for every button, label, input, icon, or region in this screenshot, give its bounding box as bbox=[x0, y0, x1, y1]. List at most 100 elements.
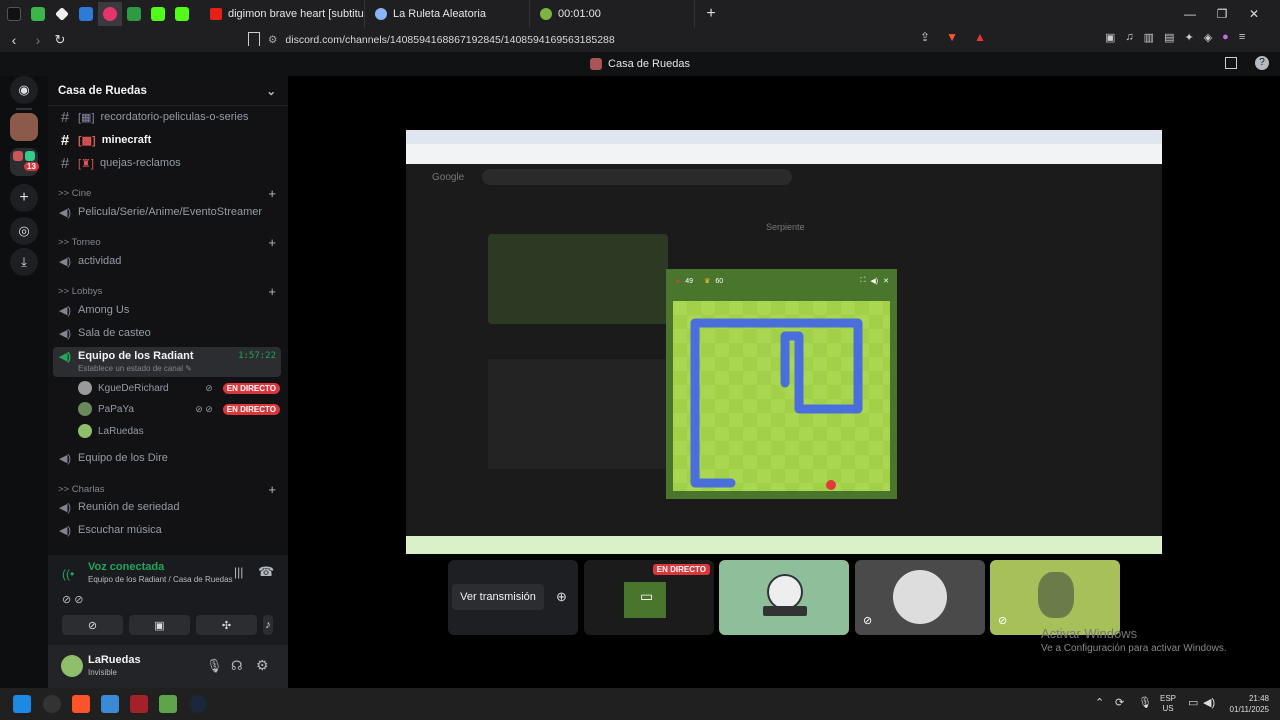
clock[interactable]: 21:48 01/11/2025 bbox=[1225, 693, 1269, 715]
watch-stream-button[interactable]: Ver transmisión bbox=[452, 584, 544, 610]
soundboard-button[interactable]: ♪ bbox=[263, 615, 273, 635]
tray-display-icon[interactable]: ▭ bbox=[1188, 696, 1198, 709]
tab-search-icon[interactable]: ▣ bbox=[1105, 31, 1115, 44]
add-channel-icon[interactable]: + bbox=[268, 186, 276, 201]
snake-game[interactable]: ● 49 ♛ 60 ⛶ ◀) ✕ bbox=[666, 269, 897, 499]
ai-icon[interactable]: ✦ bbox=[1184, 31, 1193, 44]
add-channel-icon[interactable]: + bbox=[268, 235, 276, 250]
microphone-icon[interactable]: 🎙︎ bbox=[206, 658, 223, 674]
reload-icon[interactable]: ↻ bbox=[48, 32, 72, 48]
activities-button[interactable]: ✣ bbox=[196, 615, 257, 635]
shared-screen[interactable]: Google Serpiente ● 49 ♛ 60 ⛶ ◀) ✕ bbox=[406, 130, 1162, 554]
username[interactable]: LaRuedas bbox=[88, 654, 141, 666]
participant-tile[interactable]: ⊘ bbox=[990, 560, 1120, 635]
restore-icon[interactable]: ❐ bbox=[1206, 7, 1238, 21]
add-channel-icon[interactable]: + bbox=[268, 482, 276, 497]
back-icon[interactable]: ‹ bbox=[0, 32, 28, 48]
bookmark-icon[interactable] bbox=[248, 32, 260, 46]
pinned-tab-kick1[interactable] bbox=[146, 2, 170, 26]
help-icon[interactable]: ? bbox=[1255, 56, 1269, 70]
windows-start-icon[interactable] bbox=[13, 695, 31, 713]
server-header[interactable]: Casa de Ruedas ⌄ bbox=[48, 76, 288, 106]
channel-recordatorio[interactable]: # [▦] recordatorio-peliculas-o-series bbox=[54, 107, 282, 127]
browser-tab[interactable]: digimon brave heart [subtitulado bbox=[200, 0, 365, 28]
tray-volume-icon[interactable]: ◀) bbox=[1203, 696, 1215, 709]
channel-status[interactable]: Establece un estado de canal ✎ bbox=[78, 364, 192, 373]
brave-icon[interactable] bbox=[72, 695, 90, 713]
snake-board[interactable] bbox=[673, 301, 890, 491]
stream-thumbnail[interactable]: EN DIRECTO ▭ bbox=[584, 560, 714, 635]
pinned-tab-figure[interactable] bbox=[122, 2, 146, 26]
rewards-icon[interactable]: ▲ bbox=[974, 30, 986, 44]
forward-icon[interactable]: › bbox=[28, 32, 48, 48]
sound-icon[interactable]: ◀) bbox=[870, 277, 878, 285]
vpn-icon[interactable]: ◈ bbox=[1204, 31, 1212, 44]
voice-member[interactable]: KgueDeRichard ⊘ EN DIRECTO bbox=[78, 379, 280, 397]
wallet-icon[interactable]: ▤ bbox=[1164, 31, 1174, 44]
popout-icon[interactable]: ⊕ bbox=[556, 589, 567, 605]
channel-minecraft[interactable]: # [▩] minecraft bbox=[54, 130, 282, 150]
participant-tile[interactable] bbox=[719, 560, 849, 635]
category-torneo[interactable]: >> Torneo + bbox=[58, 235, 276, 250]
voice-member[interactable]: LaRuedas bbox=[78, 422, 280, 440]
voice-member[interactable]: PaPaYa ⊘ ⊘ EN DIRECTO bbox=[78, 400, 280, 418]
voice-channel-radiant[interactable]: ◀) Equipo de los Radiant 1:57:22 bbox=[54, 346, 282, 366]
pinned-tab-kick2[interactable] bbox=[170, 2, 194, 26]
pinned-tab-diamond[interactable] bbox=[50, 2, 74, 26]
voice-channel-sala[interactable]: ◀) Sala de casteo bbox=[54, 323, 282, 343]
channel-quejas[interactable]: # [♜] quejas-reclamos bbox=[54, 153, 282, 173]
pinned-tab-active[interactable] bbox=[98, 2, 122, 26]
discord-home-icon[interactable]: ◉ bbox=[10, 76, 38, 104]
discover-icon[interactable]: ◎ bbox=[10, 217, 38, 245]
new-tab-button[interactable]: + bbox=[701, 5, 721, 23]
add-channel-icon[interactable]: + bbox=[268, 284, 276, 299]
voice-location[interactable]: Equipo de los Radiant / Casa de Ruedas bbox=[88, 575, 233, 584]
noise-suppression-icon[interactable]: ||| bbox=[234, 565, 243, 579]
voice-channel-reunion[interactable]: ◀) Reunión de seriedad bbox=[54, 497, 282, 517]
tray-sync-icon[interactable]: ⟳ bbox=[1115, 696, 1124, 709]
server-folder[interactable]: 13 bbox=[10, 148, 39, 176]
voice-channel-among-us[interactable]: ◀) Among Us bbox=[54, 300, 282, 320]
participant-tile[interactable]: ⊘ bbox=[855, 560, 985, 635]
browser-tab[interactable]: 00:01:00 bbox=[530, 0, 695, 28]
pinned-tab-green[interactable] bbox=[26, 2, 50, 26]
close-icon[interactable]: ✕ bbox=[883, 277, 889, 285]
minimize-icon[interactable]: — bbox=[1174, 7, 1206, 21]
profile-icon[interactable]: ● bbox=[1222, 31, 1229, 44]
camera-off-button[interactable]: ⊘ bbox=[62, 615, 123, 635]
language-indicator[interactable]: ESP US bbox=[1160, 694, 1176, 714]
settings-gear-icon[interactable]: ⚙ bbox=[256, 657, 269, 674]
add-server-icon[interactable]: + bbox=[10, 184, 38, 212]
download-icon[interactable]: ⤓ bbox=[10, 248, 38, 276]
tray-mic-icon[interactable]: 🎙︎ bbox=[1138, 696, 1152, 709]
server-casa-de-ruedas[interactable] bbox=[10, 113, 38, 141]
voice-channel-actividad[interactable]: ◀) actividad bbox=[54, 251, 282, 271]
voice-status[interactable]: Voz conectada bbox=[88, 561, 164, 573]
vscode-icon[interactable] bbox=[101, 695, 119, 713]
voice-channel-dire[interactable]: ◀) Equipo de los Dire bbox=[54, 448, 282, 468]
browser-tab[interactable]: La Ruleta Aleatoria bbox=[365, 0, 530, 28]
screen-share-button[interactable]: ▣ bbox=[129, 615, 190, 635]
disconnect-icon[interactable]: ☎ bbox=[258, 564, 274, 580]
headphones-icon[interactable]: ☊ bbox=[231, 658, 243, 674]
steam-icon[interactable] bbox=[189, 695, 207, 713]
voice-channel-musica[interactable]: ◀) Escuchar música bbox=[54, 520, 282, 540]
app-red-icon[interactable] bbox=[130, 695, 148, 713]
pinned-tab-blue[interactable] bbox=[74, 2, 98, 26]
music-icon[interactable]: ♫ bbox=[1125, 31, 1133, 44]
app-green-icon[interactable] bbox=[159, 695, 177, 713]
sidebar-icon[interactable]: ▥ bbox=[1144, 31, 1154, 44]
close-icon[interactable]: ✕ bbox=[1238, 7, 1270, 21]
avatar[interactable] bbox=[61, 655, 83, 677]
category-cine[interactable]: >> Cine + bbox=[58, 186, 276, 201]
inbox-icon[interactable] bbox=[1225, 57, 1237, 69]
voice-channel-cine[interactable]: ◀) Pelicula/Serie/Anime/EventoStreamer bbox=[54, 202, 282, 222]
tray-chevron-icon[interactable]: ⌃ bbox=[1095, 696, 1104, 709]
pinned-tab-tiktok[interactable] bbox=[2, 2, 26, 26]
address-bar[interactable]: ⚙ discord.com/channels/14085941688671928… bbox=[268, 30, 968, 50]
menu-icon[interactable]: ≡ bbox=[1239, 31, 1245, 44]
category-charlas[interactable]: >> Charlas + bbox=[58, 482, 276, 497]
fullscreen-icon[interactable]: ⛶ bbox=[861, 277, 866, 285]
obs-icon[interactable] bbox=[43, 695, 61, 713]
category-lobbys[interactable]: >> Lobbys + bbox=[58, 284, 276, 299]
